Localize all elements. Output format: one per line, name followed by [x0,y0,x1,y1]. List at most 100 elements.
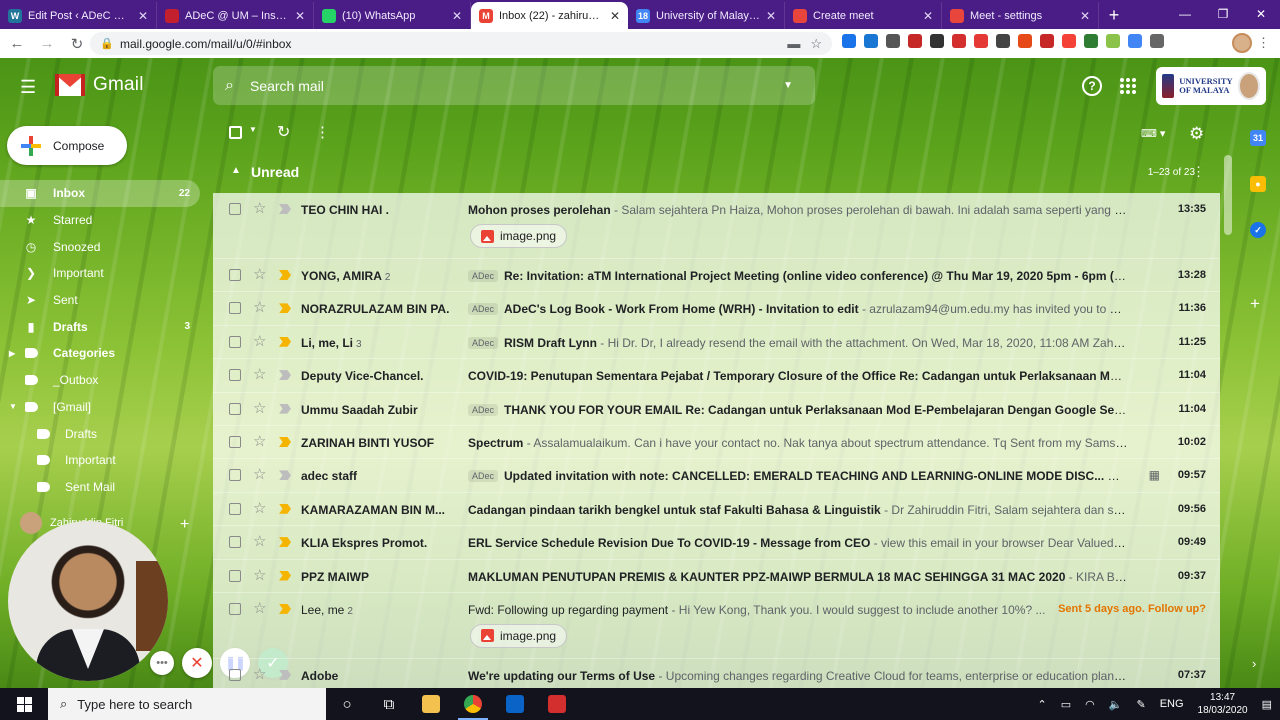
extension-icon[interactable] [864,34,878,48]
search-icon[interactable]: ⌕ [225,77,234,95]
browser-tab[interactable]: Create meet ✕ [785,2,942,29]
more-options-icon[interactable]: ••• [150,651,174,675]
chrome-icon[interactable] [452,688,494,720]
star-icon[interactable]: ☆ [253,665,266,683]
important-marker-icon[interactable] [279,370,291,381]
start-button[interactable] [0,696,48,712]
select-dropdown-icon[interactable]: ▼ [249,125,257,134]
extension-icon[interactable] [1018,34,1032,48]
extension-icon[interactable] [974,34,988,48]
email-row[interactable]: ☆ TEO CHIN HAI . Mohon proses perolehan - … [213,193,1220,259]
important-marker-icon[interactable] [279,570,291,581]
row-checkbox[interactable] [229,536,241,549]
search-input[interactable]: Search mail [250,78,783,94]
cortana-icon[interactable]: ○ [326,696,368,713]
label-chip[interactable]: ADec [468,303,499,316]
sidebar-item-starred-1[interactable]: ★ Starred [0,207,200,234]
show-side-panel-icon[interactable]: › [1252,656,1256,671]
main-menu-icon[interactable]: ☰ [20,77,36,98]
label-chip[interactable]: ADec [468,470,499,483]
browser-tab[interactable]: Meet - settings ✕ [942,2,1099,29]
extension-icon[interactable] [996,34,1010,48]
outlook-icon[interactable] [494,688,536,720]
collapse-icon[interactable]: ▼ [9,402,17,411]
avatar[interactable] [1237,72,1260,100]
star-icon[interactable]: ☆ [253,332,266,350]
compose-button[interactable]: Compose [7,126,127,165]
tasks-icon[interactable]: ✓ [1250,222,1266,238]
extension-icon[interactable] [842,34,856,48]
email-row[interactable]: ☆ Ummu Saadah Zubir ADec THANK YOU FOR YOUR… [213,392,1220,426]
new-tab-icon[interactable]: + [1099,2,1129,29]
attachment-chip[interactable]: image.png [470,224,568,248]
star-icon[interactable]: ☆ [253,265,266,283]
star-icon[interactable]: ☆ [253,432,266,450]
star-icon[interactable]: ☆ [253,365,266,383]
row-checkbox[interactable] [229,602,241,615]
close-tab-icon[interactable]: ✕ [1080,9,1090,23]
language-indicator[interactable]: ENG [1160,698,1184,710]
scrollbar[interactable] [1224,155,1232,235]
volume-icon[interactable]: 🔈 [1109,698,1123,711]
label-chip[interactable]: ADec [468,336,499,349]
close-tab-icon[interactable]: ✕ [766,9,776,23]
extension-icon[interactable] [1040,34,1054,48]
email-row[interactable]: ☆ KAMARAZAMAN BIN M... Cadangan pindaan ta… [213,492,1220,527]
row-checkbox[interactable] [229,668,241,681]
important-marker-icon[interactable] [279,537,291,548]
important-marker-icon[interactable] [279,303,291,314]
sidebar-item-important-10[interactable]: Important [0,447,200,474]
battery-icon[interactable]: ▭ [1061,698,1071,711]
collapse-section-icon[interactable]: ▲ [231,165,241,176]
get-addons-icon[interactable]: + [1250,294,1260,314]
row-checkbox[interactable] [229,302,241,315]
search-mail-bar[interactable]: ⌕ Search mail ▼ [213,66,815,105]
important-marker-icon[interactable] [279,503,291,514]
omnibox[interactable]: 🔒 mail.google.com/mail/u/0/#inbox ▬ ☆ [90,32,832,55]
star-icon[interactable]: ☆ [253,298,266,316]
extension-icon[interactable] [1062,34,1076,48]
close-tab-icon[interactable]: ✕ [610,9,620,23]
apps-grid-icon[interactable] [1120,78,1136,94]
close-tab-icon[interactable]: ✕ [923,9,933,23]
file-explorer-icon[interactable] [410,688,452,720]
extension-icon[interactable] [1106,34,1120,48]
extension-icon[interactable] [930,34,944,48]
sidebar-item-snoozed-2[interactable]: ◷ Snoozed [0,233,200,260]
sidebar-item-sent-4[interactable]: ➤ Sent [0,287,200,314]
row-checkbox[interactable] [229,369,241,382]
row-checkbox[interactable] [229,469,241,482]
expand-icon[interactable]: ▶ [9,349,15,358]
sidebar-item-drafts-9[interactable]: Drafts [0,420,200,447]
email-row[interactable]: ☆ NORAZRULAZAM BIN PA. ADec ADeC's Log Book… [213,292,1220,326]
email-row[interactable]: ☆ ZARINAH BINTI YUSOF Spectrum - Assalamua… [213,425,1220,460]
extension-icon[interactable] [1150,34,1164,48]
recorder-icon[interactable] [536,688,578,720]
row-checkbox[interactable] [229,569,241,582]
close-tab-icon[interactable]: ✕ [138,9,148,23]
bookmark-star-icon[interactable]: ☆ [810,36,822,52]
star-icon[interactable]: ☆ [253,199,266,217]
sidebar-item-drafts-5[interactable]: ▮ Drafts 3 [0,313,200,340]
important-marker-icon[interactable] [279,204,291,214]
browser-tab[interactable]: M Inbox (22) - zahiruddin ✕ [471,2,628,29]
browser-menu-icon[interactable]: ⋮ [1257,35,1270,51]
sidebar-item-categories-6[interactable]: ▶ Categories [0,340,200,367]
sidebar-item-gmail-8[interactable]: ▼ [Gmail] [0,394,200,421]
clock[interactable]: 13:47 18/03/2020 [1198,691,1248,717]
close-tab-icon[interactable]: ✕ [452,9,462,23]
section-options-icon[interactable]: ⋮ [1192,164,1205,180]
extension-icon[interactable] [886,34,900,48]
sidebar-item-outbox-7[interactable]: _Outbox [0,367,200,394]
sidebar-item-inbox-0[interactable]: ▣ Inbox 22 [0,180,200,207]
settings-gear-icon[interactable]: ⚙ [1189,124,1204,144]
camera-icon[interactable]: ▬ [787,36,800,51]
label-chip[interactable]: ADec [468,403,499,416]
new-chat-icon[interactable]: + [180,516,189,534]
email-row[interactable]: ☆ adec staff ADec Updated invitation with n… [213,459,1220,493]
back-icon[interactable]: ← [4,35,30,52]
reload-icon[interactable]: ↻ [64,35,90,53]
select-all-checkbox[interactable] [229,126,242,139]
star-icon[interactable]: ☆ [253,399,266,417]
sidebar-item-sentmail-11[interactable]: Sent Mail [0,474,200,501]
